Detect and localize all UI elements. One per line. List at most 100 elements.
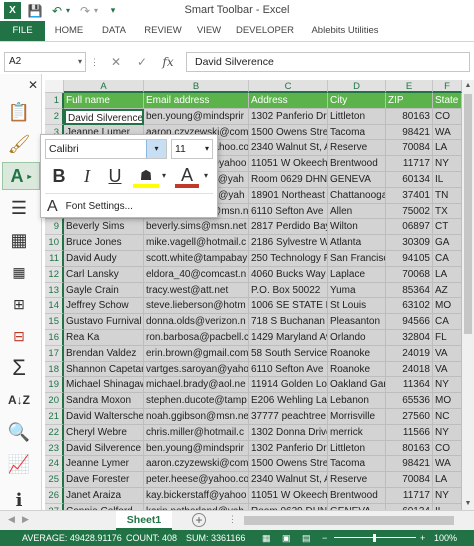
table-cell[interactable]: 1429 Maryland Ave (249, 330, 328, 346)
paste-icon[interactable]: 📋 (4, 98, 34, 126)
column-header[interactable]: F (433, 80, 462, 93)
table-cell[interactable]: Gayle Crain (64, 282, 144, 299)
page-layout-view-icon[interactable]: ▣ (282, 530, 291, 546)
table-cell[interactable]: Brendan Valdez (64, 345, 144, 362)
table-cell[interactable]: NY (433, 424, 462, 441)
table-cell[interactable]: 24019 (386, 345, 433, 362)
scroll-up-icon[interactable]: ▲ (462, 80, 474, 92)
normal-view-icon[interactable]: ▦ (262, 530, 271, 546)
header-cell[interactable]: Email address (144, 93, 249, 109)
table-cell[interactable]: steve.lieberson@hotm (144, 298, 249, 315)
table-cell[interactable]: 11717 (386, 488, 433, 504)
zoom-in-icon[interactable]: + (420, 530, 425, 546)
table-cell[interactable]: Reserve (328, 140, 386, 157)
table-cell[interactable]: 75002 (386, 203, 433, 220)
table-cell[interactable]: noah.ggibson@msn.ne (144, 409, 249, 425)
table-cell[interactable]: Littleton (328, 440, 386, 457)
table-cell[interactable]: Wilton (328, 219, 386, 236)
table-cell[interactable]: VA (433, 345, 462, 362)
row-header[interactable]: 23 (45, 440, 64, 457)
table-cell[interactable]: Roanoke (328, 361, 386, 378)
table-cell[interactable]: 4060 Bucks Way (249, 266, 328, 283)
add-sheet-icon[interactable]: + (192, 513, 206, 527)
table-cell[interactable]: Carl Lansky (64, 266, 144, 283)
table-cell[interactable]: eldora_40@comcast.n (144, 266, 249, 283)
table-cell[interactable]: 63102 (386, 298, 433, 315)
table-cell[interactable]: 1500 Owens Street (249, 456, 328, 473)
tab-data[interactable]: DATA (97, 21, 131, 41)
table-cell[interactable]: Littleton (328, 108, 386, 125)
table-cell[interactable]: AZ (433, 282, 462, 299)
column-header[interactable]: A (64, 80, 144, 93)
row-header[interactable]: 10 (45, 235, 64, 251)
table-cell[interactable]: Laplace (328, 266, 386, 283)
header-cell[interactable]: Address (249, 93, 328, 109)
table-cell[interactable]: ben.young@mindsprir (144, 440, 249, 457)
table-cell[interactable]: Jeffrey Schow (64, 298, 144, 315)
table-cell[interactable]: kay.bickerstaff@yahoo (144, 488, 249, 504)
table-cell[interactable]: David Silverence (64, 440, 144, 457)
table-cell[interactable]: Dave Forester (64, 472, 144, 488)
table-cell[interactable]: 11364 (386, 377, 433, 394)
table-cell[interactable]: 1500 Owens Street (249, 124, 328, 141)
header-cell[interactable]: State (433, 93, 462, 109)
table-cell[interactable]: peter.heese@yahoo.co (144, 472, 249, 488)
table-cell[interactable]: 32804 (386, 330, 433, 346)
table-cell[interactable]: FL (433, 330, 462, 346)
table-cell[interactable]: 94566 (386, 314, 433, 330)
table-cell[interactable]: CA (433, 251, 462, 267)
table-cell[interactable]: michael.brady@aol.ne (144, 377, 249, 394)
table-cell[interactable]: NC (433, 409, 462, 425)
format-painter-icon[interactable]: 🖌 (4, 130, 34, 158)
table-cell[interactable]: Bruce Jones (64, 235, 144, 251)
zoom-out-icon[interactable]: − (322, 530, 327, 546)
table-cell[interactable]: 27560 (386, 409, 433, 425)
row-header[interactable]: 17 (45, 345, 64, 362)
sheet-next-icon[interactable]: ▶ (22, 514, 29, 525)
page-break-view-icon[interactable]: ▤ (302, 530, 311, 546)
table-cell[interactable]: 6110 Sefton Ave (249, 203, 328, 220)
table-cell[interactable]: Oakland Gardens (328, 377, 386, 394)
table-cell[interactable]: Brentwood (328, 488, 386, 504)
table-cell[interactable]: CA (433, 314, 462, 330)
row-header[interactable]: 2 (45, 108, 64, 125)
chart-icon[interactable]: 📈 (4, 450, 34, 478)
table-cell[interactable]: Chattanooga (328, 187, 386, 204)
row-header[interactable]: 24 (45, 456, 64, 473)
table-cell[interactable]: Brentwood (328, 156, 386, 172)
table-cell[interactable]: 11566 (386, 424, 433, 441)
table-cell[interactable]: 30309 (386, 235, 433, 251)
header-cell[interactable]: ZIP (386, 93, 433, 109)
table-cell[interactable]: IL (433, 172, 462, 188)
row-header[interactable]: 25 (45, 472, 64, 488)
table-cell[interactable]: 2817 Perdido Bay (249, 219, 328, 236)
table-cell[interactable]: LA (433, 266, 462, 283)
row-header[interactable]: 18 (45, 361, 64, 378)
table-cell[interactable]: 11051 W Okeechobe (249, 156, 328, 172)
table-cell[interactable]: TN (433, 187, 462, 204)
table-cell[interactable]: Cheryl Webre (64, 424, 144, 441)
table-cell[interactable]: LA (433, 140, 462, 157)
tab-developer[interactable]: DEVELOPER (234, 21, 296, 41)
cancel-icon[interactable]: ✕ (106, 53, 126, 71)
row-header[interactable]: 14 (45, 298, 64, 315)
table-cell[interactable]: GA (433, 235, 462, 251)
table-cell[interactable]: stephen.ducote@tamp (144, 393, 249, 409)
name-box[interactable]: A2 ▾ (4, 52, 86, 72)
enter-icon[interactable]: ✓ (132, 53, 152, 71)
font-name-box[interactable]: Calibri ▾ (45, 139, 167, 159)
table-cell[interactable]: 06897 (386, 219, 433, 236)
close-icon[interactable]: ✕ (26, 78, 40, 92)
table-cell[interactable]: David Audy (64, 251, 144, 267)
row-header[interactable]: 16 (45, 330, 64, 346)
table-cell[interactable]: Allen (328, 203, 386, 220)
insert-cells-icon[interactable]: ⊞ (4, 290, 34, 318)
underline-button[interactable]: U (103, 164, 127, 188)
table-cell[interactable]: 11914 Golden Lori (249, 377, 328, 394)
tab-review[interactable]: REVIEW (141, 21, 185, 41)
table-cell[interactable]: David Walterscheid (64, 409, 144, 425)
tab-file[interactable]: FILE (0, 21, 45, 41)
header-cell[interactable]: City (328, 93, 386, 109)
table-cell[interactable]: 1302 Donna Drive (249, 424, 328, 441)
scroll-down-icon[interactable]: ▼ (462, 498, 474, 510)
